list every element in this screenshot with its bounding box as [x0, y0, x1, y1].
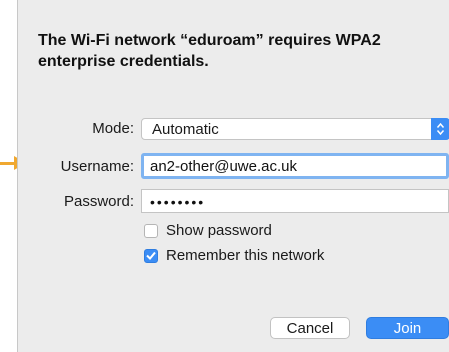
mode-select[interactable]: Automatic [141, 118, 449, 140]
show-password-checkbox-row[interactable]: Show password [144, 222, 272, 239]
password-field[interactable]: •••••••• [141, 189, 449, 213]
mode-select-value: Automatic [152, 121, 219, 138]
join-button[interactable]: Join [366, 317, 449, 339]
remember-network-checkbox[interactable] [144, 248, 158, 263]
remember-network-label: Remember this network [166, 247, 325, 264]
mode-label: Mode: [92, 120, 134, 137]
password-label: Password: [63, 193, 134, 210]
wifi-credentials-dialog: The Wi-Fi network “eduroam” requires WPA… [17, 0, 449, 352]
username-label: Username: [60, 158, 134, 175]
remember-network-checkbox-row[interactable]: Remember this network [144, 247, 324, 264]
cancel-button[interactable]: Cancel [270, 317, 350, 339]
show-password-label: Show password [166, 222, 272, 239]
dialog-title: The Wi-Fi network “eduroam” requires WPA… [38, 32, 381, 70]
username-field[interactable]: an2-other@uwe.ac.uk [141, 153, 449, 179]
checkmark-icon [146, 251, 156, 260]
show-password-checkbox[interactable] [144, 223, 158, 238]
select-stepper-icon[interactable] [431, 118, 449, 140]
